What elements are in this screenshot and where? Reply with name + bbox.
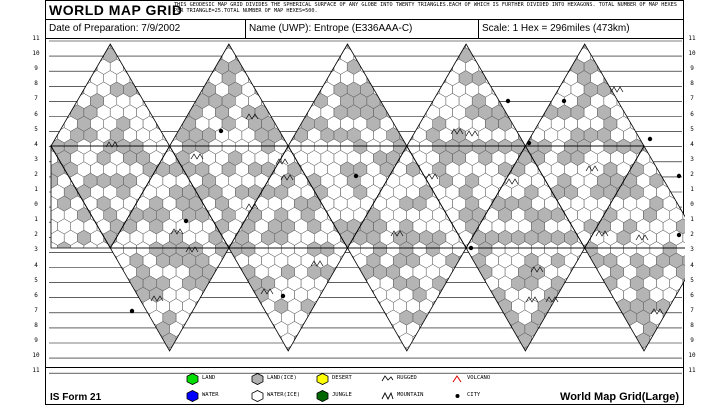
row-label: 8 (690, 321, 694, 329)
land-hex-icon (186, 372, 199, 385)
row-label: 6 (34, 291, 38, 299)
legend: LAND WATER LAND(ICE) WATER(ICE) DESERT JUNGLE… (46, 367, 683, 406)
legend-label: LAND(ICE) (267, 375, 297, 381)
row-label: 0 (690, 201, 694, 209)
row-label: 5 (690, 125, 694, 133)
row-label: 1 (690, 186, 694, 193)
row-label: 7 (690, 306, 694, 314)
row-label: 6 (690, 291, 694, 299)
legend-label: LAND (202, 375, 216, 381)
hex-field (51, 44, 685, 351)
row-label: 9 (34, 65, 38, 73)
water-ice-hex-icon (251, 389, 264, 402)
row-label: 11 (32, 367, 40, 375)
row-label: 9 (690, 337, 694, 344)
row-label: 4 (690, 140, 694, 148)
legend-label: DESERT (332, 375, 352, 381)
legend-label: CITY (467, 392, 481, 398)
legend-label: WATER (202, 392, 219, 398)
row-label: 3 (34, 246, 38, 254)
row-label: 3 (34, 155, 38, 163)
row-label: 10 (32, 352, 40, 360)
form-number: IS Form 21 (50, 392, 102, 403)
legend-label: WATER(ICE) (267, 392, 301, 398)
volcano-icon (451, 372, 464, 383)
row-label: 3 (690, 246, 694, 254)
map-sheet: WORLD MAP GRID THIS GEODESIC MAP GRID DI… (45, 0, 685, 406)
row-label: 11 (32, 35, 40, 42)
row-label: 9 (34, 337, 38, 344)
row-label: 2 (690, 231, 694, 239)
row-label: 5 (690, 276, 694, 284)
row-label: 4 (34, 261, 38, 269)
row-label: 6 (690, 110, 694, 118)
legend-label: MOUNTAIN (397, 392, 424, 398)
row-label: 7 (690, 95, 694, 103)
jungle-hex-icon (316, 389, 329, 402)
row-label: 6 (34, 110, 38, 118)
row-label: 1 (34, 216, 38, 224)
row-label: 8 (34, 80, 38, 88)
legend-label: VOLCANO (467, 375, 491, 381)
row-label: 1 (690, 216, 694, 224)
row-label: 11 (688, 35, 696, 42)
legend-label: JUNGLE (332, 392, 352, 398)
row-label: 1 (34, 186, 38, 193)
map-grid (49, 40, 685, 374)
city-icon (451, 389, 464, 400)
row-label: 5 (34, 276, 38, 284)
desert-hex-icon (316, 372, 329, 385)
row-label: 2 (34, 170, 38, 178)
row-label: 7 (34, 306, 38, 314)
row-label: 4 (34, 140, 38, 148)
mountain-icon (381, 389, 394, 401)
rugged-icon (381, 372, 394, 383)
row-label: 10 (32, 50, 40, 58)
legend-label: RUGGED (397, 375, 417, 381)
row-label: 10 (688, 352, 696, 360)
row-label: 9 (690, 65, 694, 73)
water-hex-icon (186, 389, 199, 402)
row-label: 8 (34, 321, 38, 329)
row-label: 0 (34, 201, 38, 209)
row-label: 2 (34, 231, 38, 239)
map-type-label: World Map Grid(Large) (560, 391, 679, 403)
row-label: 10 (688, 50, 696, 58)
row-label: 7 (34, 95, 38, 103)
row-label: 4 (690, 261, 694, 269)
row-label: 2 (690, 170, 694, 178)
row-label: 8 (690, 80, 694, 88)
land-ice-hex-icon (251, 372, 264, 385)
row-label: 3 (690, 155, 694, 163)
row-label: 11 (688, 367, 696, 375)
row-label: 5 (34, 125, 38, 133)
